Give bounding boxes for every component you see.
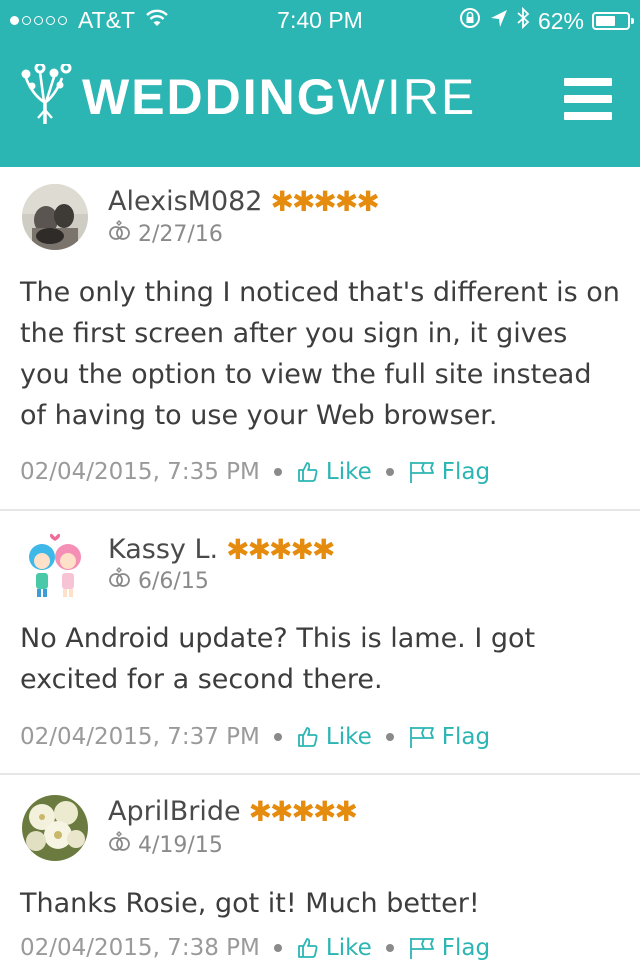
avatar bbox=[22, 184, 88, 250]
separator-dot bbox=[273, 733, 282, 741]
like-label: Like bbox=[325, 724, 372, 750]
thumbs-up-icon bbox=[297, 727, 318, 747]
posted-date: 02/04/2015, 7:38 PM bbox=[20, 935, 260, 961]
avatar bbox=[22, 795, 88, 861]
avatar bbox=[22, 533, 88, 599]
flag-icon bbox=[409, 938, 434, 959]
bouquet-logo-icon bbox=[18, 62, 74, 130]
rotation-lock-icon bbox=[458, 6, 482, 36]
flag-icon bbox=[409, 727, 434, 748]
wedding-date: 4/19/15 bbox=[108, 830, 223, 860]
location-icon bbox=[490, 8, 508, 35]
flag-label: Flag bbox=[441, 724, 491, 750]
comment-item: AprilBride ✱✱✱✱✱ 4/19/15 Thanks Rosie, g… bbox=[0, 775, 640, 975]
status-bar: AT&T 7:40 PM 62% bbox=[0, 0, 640, 40]
wedding-date-value: 4/19/15 bbox=[138, 832, 223, 858]
app-header: WEDDINGWIRE bbox=[0, 40, 640, 167]
logo-wordmark-bold: WEDDING bbox=[82, 69, 338, 125]
weddingwire-logo[interactable]: WEDDINGWIRE bbox=[18, 62, 476, 130]
wedding-date: 6/6/15 bbox=[108, 566, 209, 596]
hamburger-menu-icon[interactable] bbox=[564, 78, 612, 122]
status-right: 62% bbox=[458, 6, 634, 36]
comment-text: No Android update? This is lame. I got e… bbox=[20, 623, 536, 695]
separator-dot bbox=[273, 944, 282, 952]
like-button[interactable]: Like bbox=[296, 935, 372, 961]
wedding-rings-icon bbox=[108, 830, 132, 860]
logo-wordmark-thin: WIRE bbox=[337, 69, 477, 125]
flag-button[interactable]: Flag bbox=[408, 459, 490, 485]
flag-button[interactable]: Flag bbox=[408, 724, 490, 750]
separator-dot bbox=[385, 944, 394, 952]
wedding-rings-icon bbox=[108, 219, 132, 249]
wedding-date-value: 6/6/15 bbox=[138, 568, 209, 594]
comment-author: Kassy L. ✱✱✱✱✱ bbox=[108, 533, 335, 566]
like-label: Like bbox=[325, 935, 372, 961]
thumbs-up-icon bbox=[297, 938, 318, 958]
star-rating-icon: ✱✱✱✱✱ bbox=[248, 795, 358, 828]
comment-text: The only thing I noticed that's differen… bbox=[20, 277, 620, 431]
battery-icon bbox=[592, 12, 634, 30]
wedding-rings-icon bbox=[108, 566, 132, 596]
separator-dot bbox=[385, 733, 394, 741]
flag-icon bbox=[409, 462, 434, 483]
author-name[interactable]: AlexisM082 bbox=[108, 186, 263, 217]
comment-meta: 02/04/2015, 7:35 PM Like Flag bbox=[20, 459, 490, 485]
comment-item: AlexisM082 ✱✱✱✱✱ 2/27/16 The only thing … bbox=[0, 167, 640, 511]
flag-label: Flag bbox=[441, 459, 491, 485]
logo-wordmark: WEDDINGWIRE bbox=[82, 72, 476, 122]
comment-meta: 02/04/2015, 7:38 PM Like Flag bbox=[20, 935, 490, 961]
posted-date: 02/04/2015, 7:35 PM bbox=[20, 459, 260, 485]
separator-dot bbox=[273, 468, 282, 476]
thumbs-up-icon bbox=[297, 462, 318, 482]
author-name[interactable]: Kassy L. bbox=[108, 534, 218, 565]
author-name[interactable]: AprilBride bbox=[108, 796, 241, 827]
star-rating-icon: ✱✱✱✱✱ bbox=[226, 533, 335, 566]
comment-item: Kassy L. ✱✱✱✱✱ 6/6/15 No Android update?… bbox=[0, 511, 640, 775]
like-button[interactable]: Like bbox=[296, 459, 372, 485]
flag-button[interactable]: Flag bbox=[408, 935, 490, 961]
star-rating-icon: ✱✱✱✱✱ bbox=[270, 185, 380, 218]
battery-percent: 62% bbox=[537, 7, 584, 34]
wedding-date-value: 2/27/16 bbox=[138, 221, 223, 247]
like-label: Like bbox=[325, 459, 372, 485]
comment-author: AprilBride ✱✱✱✱✱ bbox=[108, 795, 358, 828]
comment-author: AlexisM082 ✱✱✱✱✱ bbox=[108, 185, 380, 218]
comment-meta: 02/04/2015, 7:37 PM Like Flag bbox=[20, 724, 490, 750]
flag-label: Flag bbox=[441, 935, 491, 961]
separator-dot bbox=[385, 468, 394, 476]
comment-text: Thanks Rosie, got it! Much better! bbox=[20, 888, 480, 919]
posted-date: 02/04/2015, 7:37 PM bbox=[20, 724, 260, 750]
like-button[interactable]: Like bbox=[296, 724, 372, 750]
wedding-date: 2/27/16 bbox=[108, 219, 223, 249]
bluetooth-icon bbox=[516, 6, 530, 36]
